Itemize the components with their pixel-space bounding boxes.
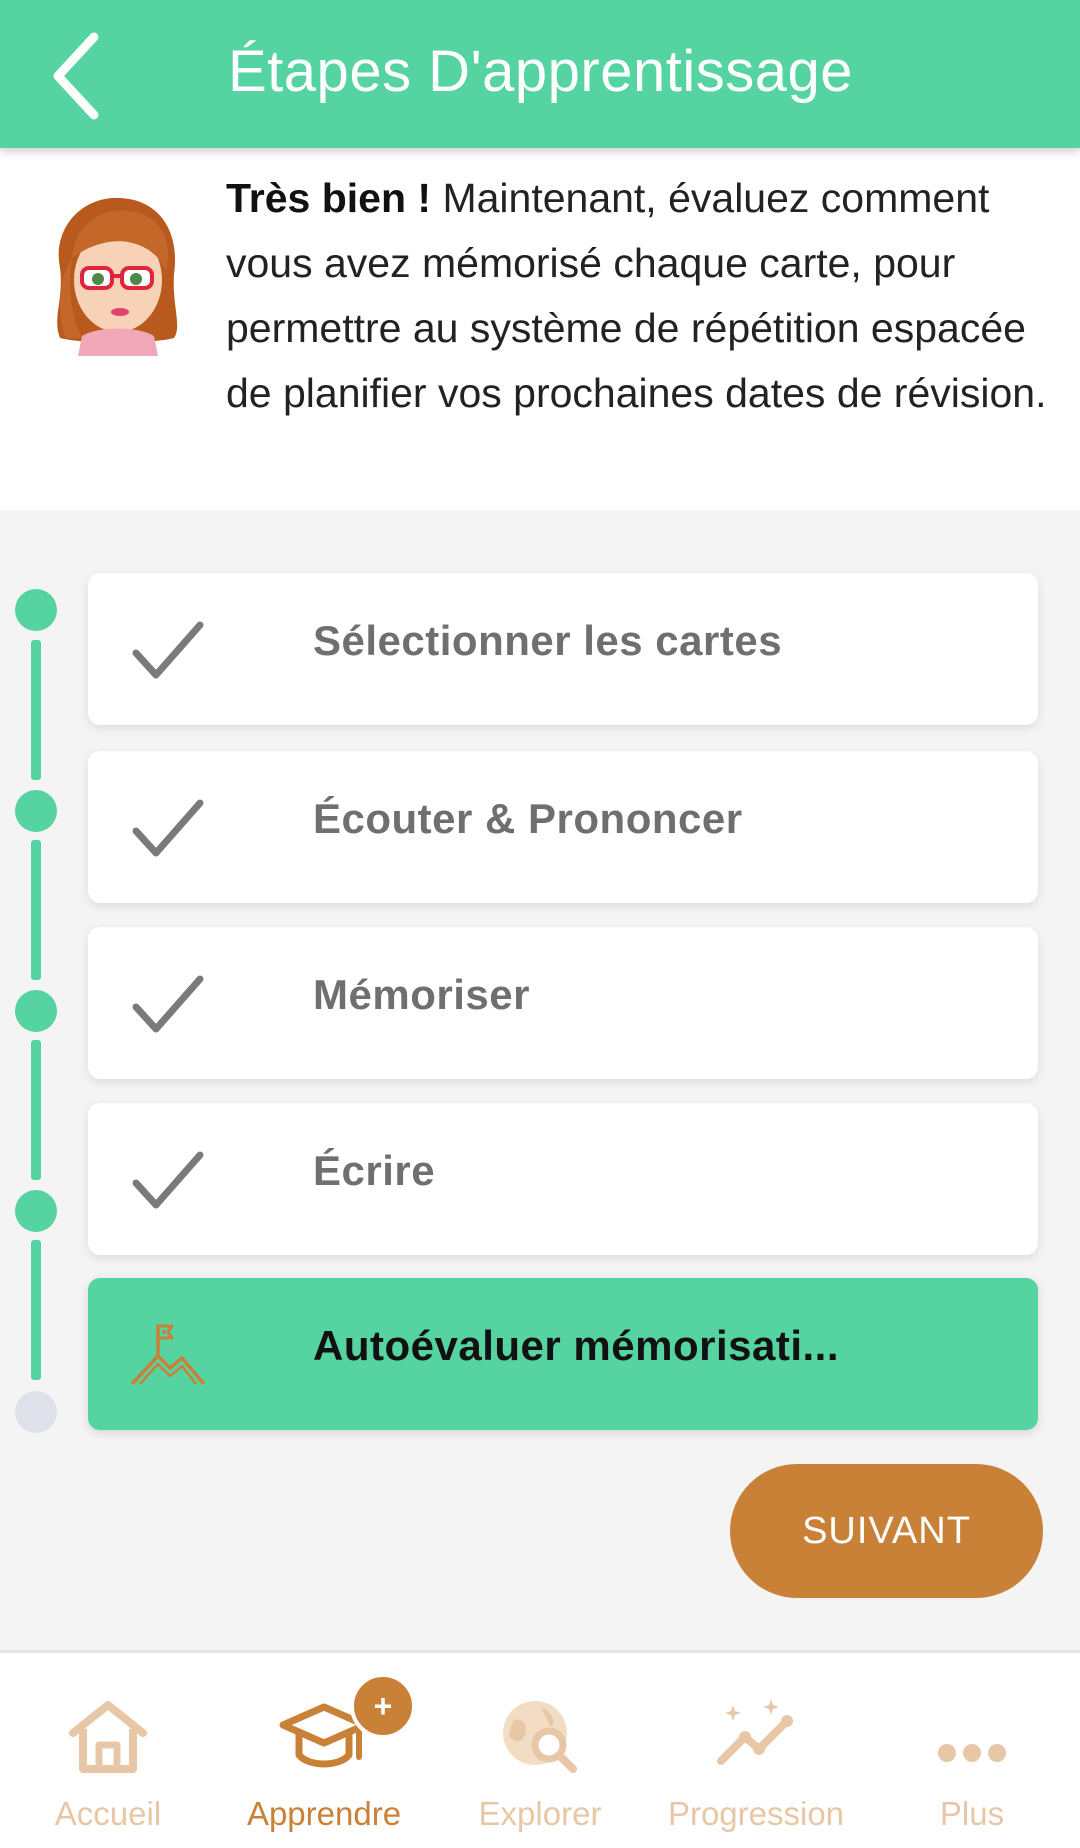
check-icon	[132, 1151, 204, 1209]
bottom-nav: Accueil + Apprendre Explorer Progression…	[0, 1650, 1080, 1848]
check-icon	[132, 975, 204, 1033]
nav-item-explorer[interactable]: Explorer	[432, 1653, 648, 1848]
next-button[interactable]: SUIVANT	[730, 1464, 1043, 1598]
step-label: Autoévaluer mémorisati...	[313, 1322, 839, 1369]
nav-label: Plus	[939, 1795, 1005, 1832]
timeline-dot-done	[15, 990, 57, 1032]
mountain-flag-icon	[130, 1324, 206, 1386]
step-write[interactable]: Écrire	[88, 1103, 1038, 1255]
timeline-connector	[31, 840, 41, 980]
timeline-connector	[31, 1240, 41, 1380]
chevron-left-icon	[53, 32, 99, 120]
intro-section: Très bien ! Maintenant, évaluez comment …	[0, 148, 1080, 510]
step-listen-pronounce[interactable]: Écouter & Prononcer	[88, 751, 1038, 903]
app-header: Étapes D'apprentissage	[0, 0, 1080, 148]
timeline-dot-pending	[15, 1391, 57, 1433]
timeline-connector	[31, 640, 41, 780]
more-dots-icon	[938, 1744, 1006, 1762]
nav-label: Apprendre	[246, 1795, 402, 1832]
trend-chart-icon	[717, 1699, 793, 1765]
nav-label: Accueil	[54, 1795, 162, 1832]
nav-item-accueil[interactable]: Accueil	[0, 1653, 216, 1848]
intro-text: Très bien ! Maintenant, évaluez comment …	[0, 166, 1072, 426]
nav-item-apprendre[interactable]: + Apprendre	[216, 1653, 432, 1848]
intro-bold: Très bien !	[226, 175, 432, 221]
nav-label: Progression	[667, 1795, 845, 1832]
nav-item-progression[interactable]: Progression	[648, 1653, 864, 1848]
step-memorize[interactable]: Mémoriser	[88, 927, 1038, 1079]
step-select-cards[interactable]: Sélectionner les cartes	[88, 573, 1038, 725]
add-badge: +	[350, 1673, 416, 1739]
check-icon	[132, 621, 204, 679]
home-icon	[69, 1701, 147, 1773]
nav-item-plus[interactable]: Plus	[864, 1653, 1080, 1848]
step-self-evaluate[interactable]: Autoévaluer mémorisati...	[88, 1278, 1038, 1430]
check-icon	[132, 799, 204, 857]
step-label: Sélectionner les cartes	[313, 617, 783, 664]
nav-label: Explorer	[478, 1795, 602, 1832]
step-label: Écouter & Prononcer	[313, 795, 743, 842]
back-button[interactable]	[40, 26, 110, 126]
step-label: Mémoriser	[313, 971, 530, 1018]
timeline-dot-done	[15, 1190, 57, 1232]
timeline-dot-done	[15, 790, 57, 832]
step-label: Écrire	[313, 1147, 436, 1194]
globe-search-icon	[503, 1701, 577, 1773]
page-title: Étapes D'apprentissage	[228, 39, 854, 104]
timeline-dot-done	[15, 589, 57, 631]
timeline-connector	[31, 1040, 41, 1180]
